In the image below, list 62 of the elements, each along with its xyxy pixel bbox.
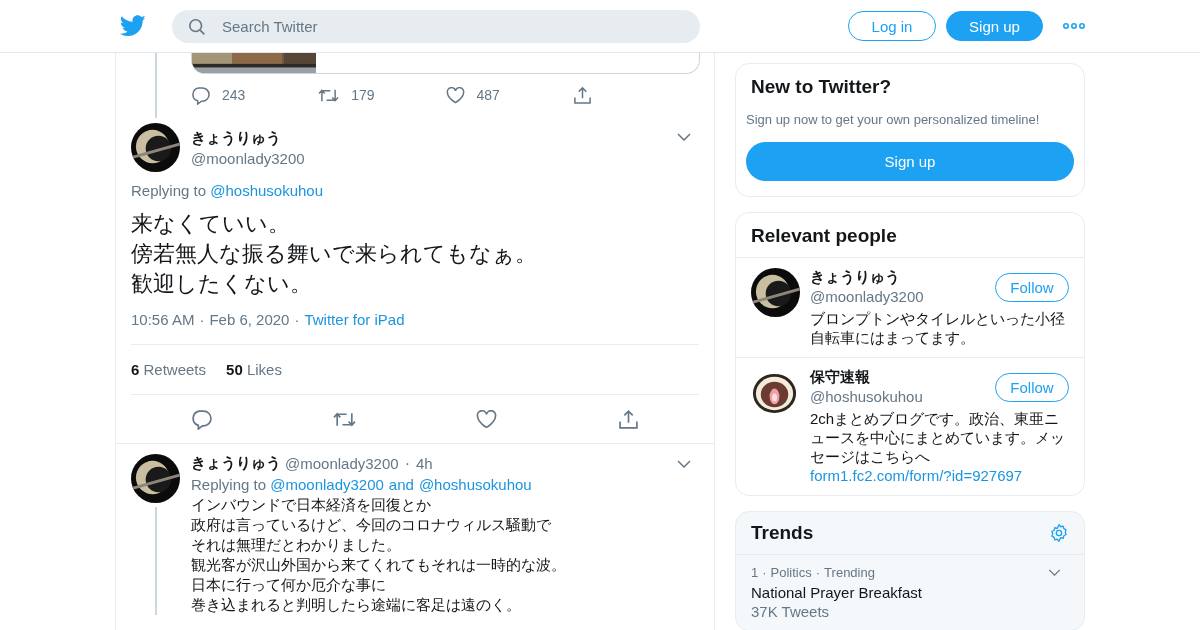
tweet-text: インバウンドで日本経済を回復とか 政府は言っているけど、今回のコロナウィルス騒動で それは無理だとわかりました。 観光客が沢山外国から来てくれてもそれは一時的な波。 日本に行って何か厄介な事に 巻き込まれると判明したら途端に客足は遠のく。 bbox=[191, 495, 567, 615]
bird-logo-icon[interactable] bbox=[120, 15, 146, 37]
bio-link[interactable]: form1.fc2.com/form/?id=927697 bbox=[810, 466, 1069, 485]
mention-link[interactable]: @hoshusokuhou bbox=[418, 476, 532, 493]
settings-icon[interactable] bbox=[1049, 523, 1069, 543]
share-icon[interactable] bbox=[572, 85, 592, 105]
action-count: 179 bbox=[351, 87, 375, 103]
user-handle[interactable]: @moonlady3200 bbox=[810, 288, 924, 305]
mention-joiner: and bbox=[388, 476, 414, 493]
user-handle[interactable]: @hoshusokuhou bbox=[810, 388, 923, 405]
trend-status: Trending bbox=[824, 565, 875, 580]
follow-button[interactable]: Follow bbox=[995, 373, 1069, 402]
user-name[interactable]: きょうりゅう bbox=[191, 128, 305, 148]
share-icon[interactable] bbox=[617, 408, 639, 430]
trend-name[interactable]: National Prayer Breakfast bbox=[751, 584, 1069, 601]
separator: · bbox=[404, 454, 410, 473]
action-count: 243 bbox=[222, 87, 246, 103]
quoted-tweet-card[interactable] bbox=[191, 53, 700, 74]
card-title: New to Twitter? bbox=[750, 76, 893, 98]
separator: · bbox=[762, 565, 767, 580]
replying-label: Replying to bbox=[191, 476, 267, 493]
chevron-down-icon[interactable] bbox=[1048, 569, 1061, 576]
sign-up-button[interactable]: Sign up bbox=[746, 142, 1074, 181]
mention-link[interactable]: @hoshusokuhou bbox=[210, 182, 324, 199]
card-title: Relevant people bbox=[736, 213, 1084, 258]
stat-count[interactable]: 50 Likes bbox=[226, 361, 282, 378]
user-name[interactable]: きょうりゅう bbox=[810, 268, 924, 287]
log-in-button[interactable]: Log in bbox=[848, 11, 936, 41]
heart-icon[interactable] bbox=[476, 409, 498, 429]
sign-up-button[interactable]: Sign up bbox=[946, 11, 1043, 41]
tweet-time[interactable]: 10:56 AM bbox=[131, 311, 195, 328]
user-handle[interactable]: @moonlady3200 bbox=[191, 149, 305, 167]
mention-link[interactable]: @moonlady3200 bbox=[270, 476, 384, 493]
action-count: 487 bbox=[476, 87, 500, 103]
chevron-down-icon[interactable] bbox=[677, 459, 691, 468]
chevron-down-icon[interactable] bbox=[677, 133, 691, 141]
search-icon bbox=[188, 17, 206, 36]
user-name[interactable]: 保守速報 bbox=[810, 368, 923, 387]
trend-count: 37K Tweets bbox=[751, 603, 831, 620]
user-handle[interactable]: @moonlady3200 bbox=[285, 455, 399, 472]
user-bio: 2chまとめブログです。政治、東亜ニュースを中心にまとめています。メッセージはこちらへ bbox=[810, 409, 1066, 466]
separator: · bbox=[815, 565, 821, 580]
separator: · bbox=[294, 311, 300, 328]
stat-count[interactable]: 6 Retweets bbox=[131, 361, 207, 378]
card-title: Trends bbox=[751, 522, 814, 544]
tweet-date[interactable]: Feb 6, 2020 bbox=[209, 311, 290, 328]
reply-icon[interactable] bbox=[191, 408, 212, 430]
tweet-text: 来なくていい。 傍若無人な振る舞いで来られてもなぁ。 歓迎したくない。 bbox=[131, 210, 538, 298]
user-bio: ブロンプトンやタイレルといった小径自転車にはまってます。 bbox=[810, 309, 1066, 347]
source-link[interactable]: Twitter for iPad bbox=[304, 311, 405, 328]
trend-rank: 1 bbox=[751, 565, 759, 580]
replying-label: Replying to bbox=[131, 182, 207, 199]
more-icon[interactable] bbox=[1063, 23, 1085, 29]
trend-category: Politics bbox=[770, 565, 812, 580]
user-name[interactable]: きょうりゅう bbox=[191, 454, 281, 473]
heart-icon[interactable] bbox=[445, 86, 465, 104]
reply-icon[interactable] bbox=[191, 85, 210, 105]
signup-text: Sign up now to get your own personalized timeline! bbox=[746, 112, 1041, 127]
follow-button[interactable]: Follow bbox=[995, 273, 1069, 302]
search-field[interactable]: Search Twitter bbox=[172, 9, 700, 43]
separator: · bbox=[199, 311, 205, 328]
tweet-age[interactable]: 4h bbox=[415, 455, 433, 472]
